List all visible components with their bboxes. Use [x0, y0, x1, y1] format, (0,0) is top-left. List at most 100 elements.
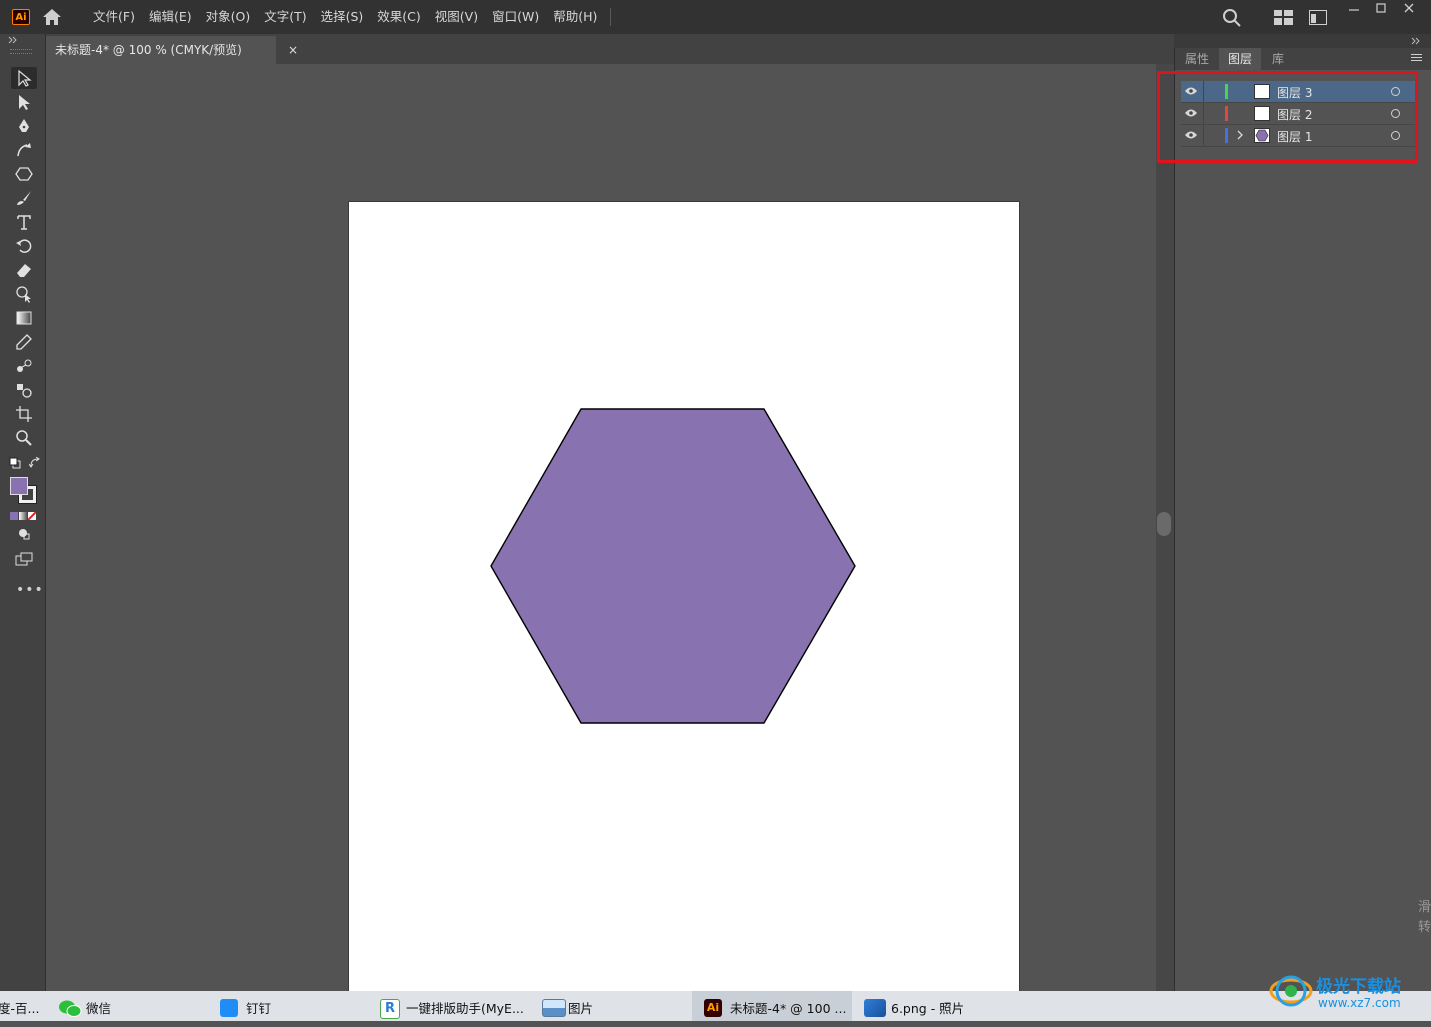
taskbar-item-photos-app[interactable]: 6.png - 照片	[858, 991, 1018, 1021]
menu-view[interactable]: 视图(V)	[428, 0, 485, 34]
symbol-sprayer-tool[interactable]	[11, 379, 37, 401]
maximize-button[interactable]	[1368, 2, 1394, 20]
taskbar-item-dingtalk[interactable]: 钉钉	[214, 991, 364, 1021]
symbol-sprayer-icon	[17, 384, 32, 398]
watermark-logo-icon	[1269, 975, 1313, 1007]
menu-object[interactable]: 对象(O)	[199, 0, 258, 34]
gradient-tool[interactable]	[11, 307, 37, 329]
menu-bar: Ai 文件(F) 编辑(E) 对象(O) 文字(T) 选择(S) 效果(C) 视…	[0, 0, 1431, 34]
none-mode-button[interactable]	[28, 512, 36, 520]
taskbar-item-myeditor[interactable]: R 一键排版助手(MyE...	[376, 991, 528, 1021]
close-icon	[1404, 3, 1414, 13]
taskbar-label: 图片	[568, 1001, 594, 1016]
tab-properties[interactable]: 属性	[1177, 48, 1217, 70]
close-tab-button[interactable]: ×	[288, 36, 298, 64]
curvature-icon	[17, 143, 31, 157]
selection-tool[interactable]	[11, 67, 37, 89]
close-window-button[interactable]	[1396, 2, 1422, 20]
document-tab[interactable]: 未标题-4* @ 100 % (CMYK/预览) ×	[46, 36, 298, 64]
minimize-icon	[1349, 9, 1359, 11]
taskbar-item-browser[interactable]: 度-百...	[0, 991, 46, 1021]
type-tool[interactable]	[11, 211, 37, 233]
paintbrush-tool[interactable]	[11, 187, 37, 209]
taskbar-label: 钉钉	[246, 1001, 272, 1016]
artboard-tool[interactable]	[11, 403, 37, 425]
taskbar-label: 微信	[86, 1001, 112, 1016]
tab-layers[interactable]: 图层	[1219, 48, 1261, 70]
taskbar-item-wechat[interactable]: 微信	[52, 991, 202, 1021]
taskbar-label: 6.png - 照片	[891, 1001, 965, 1016]
color-mode-button[interactable]	[10, 512, 18, 520]
taskbar-item-photos-folder[interactable]: 图片	[536, 991, 686, 1021]
taskbar-label: 度-百...	[0, 1001, 40, 1016]
shape-builder-icon	[16, 286, 31, 303]
hexagon-shape-layer	[490, 408, 856, 724]
collapse-panel-icon[interactable]	[1411, 37, 1421, 45]
site-watermark: 极光下载站 www.xz7.com	[1268, 966, 1428, 1016]
tab-libraries[interactable]: 库	[1261, 48, 1295, 70]
taskbar-label: 一键排版助手(MyE...	[406, 1001, 524, 1016]
pictures-icon	[542, 999, 566, 1017]
hexagon-shape[interactable]	[490, 408, 856, 724]
collapse-toolbar-icon[interactable]	[8, 36, 18, 44]
selection-arrow-icon	[18, 69, 32, 87]
eyedropper-icon	[16, 334, 32, 350]
panel-menu-icon[interactable]	[1411, 54, 1422, 63]
toolbar-grip[interactable]	[10, 49, 32, 54]
menu-window[interactable]: 窗口(W)	[485, 0, 546, 34]
drawing-mode-icon[interactable]	[18, 528, 30, 540]
eyedropper-tool[interactable]	[11, 331, 37, 353]
illustrator-taskbar-icon: Ai	[704, 999, 722, 1017]
scroll-thumb[interactable]	[1157, 512, 1171, 536]
shape-builder-tool[interactable]	[11, 283, 37, 305]
menu-type[interactable]: 文字(T)	[257, 0, 313, 34]
layers-panel: 属性 图层 库 图层 3 图层 2 图层 1	[1174, 48, 1431, 991]
myeditor-icon: R	[380, 999, 400, 1019]
fill-swatch[interactable]	[10, 477, 37, 504]
artboard[interactable]	[348, 201, 1020, 998]
menu-select[interactable]: 选择(S)	[314, 0, 371, 34]
more-tools-icon[interactable]: •••	[16, 582, 44, 598]
curvature-tool[interactable]	[11, 139, 37, 161]
search-icon[interactable]	[1222, 8, 1242, 28]
zoom-tool[interactable]	[11, 427, 37, 449]
home-icon[interactable]	[42, 8, 62, 26]
hexagon-icon	[15, 167, 33, 181]
watermark-url: www.xz7.com	[1318, 996, 1401, 1010]
canvas-area[interactable]	[46, 64, 1156, 998]
gradient-icon	[16, 311, 32, 325]
type-t-icon	[17, 215, 31, 230]
eraser-icon	[17, 264, 31, 277]
screen-mode-icon[interactable]	[15, 552, 33, 566]
vertical-scrollbar[interactable]	[1156, 64, 1174, 991]
rotate-icon	[16, 239, 32, 253]
menu-edit[interactable]: 编辑(E)	[142, 0, 199, 34]
document-tab-title: 未标题-4* @ 100 % (CMYK/预览)	[55, 43, 242, 57]
dingtalk-icon	[220, 999, 238, 1017]
watermark-title: 极光下载站	[1316, 977, 1401, 997]
taskbar: 度-百... 微信 钉钉 R 一键排版助手(MyE... 图片 Ai 未标题-4…	[0, 991, 1431, 1021]
eraser-tool[interactable]	[11, 259, 37, 281]
direct-selection-tool[interactable]	[11, 91, 37, 113]
tools-panel: •••	[0, 34, 46, 991]
polygon-tool[interactable]	[11, 163, 37, 185]
wechat-icon	[59, 1000, 82, 1017]
swap-fill-stroke-icon[interactable]	[29, 457, 41, 469]
pen-tool[interactable]	[11, 115, 37, 137]
default-fill-stroke-icon[interactable]	[9, 457, 21, 469]
color-mode-buttons	[10, 512, 38, 520]
workspace-switcher-icon[interactable]	[1309, 10, 1327, 25]
document-tab-bar: 未标题-4* @ 100 % (CMYK/预览) ×	[46, 34, 1174, 64]
menu-help[interactable]: 帮助(H)	[546, 0, 604, 34]
menu-effect[interactable]: 效果(C)	[370, 0, 427, 34]
minimize-button[interactable]	[1341, 2, 1367, 20]
blend-tool[interactable]	[11, 355, 37, 377]
fill-color-swatch	[10, 477, 28, 495]
gradient-mode-button[interactable]	[19, 512, 27, 520]
menu-file[interactable]: 文件(F)	[86, 0, 142, 34]
annotation-highlight	[1157, 71, 1418, 163]
arrange-documents-icon[interactable]	[1274, 10, 1293, 25]
taskbar-item-illustrator[interactable]: Ai 未标题-4* @ 100 ...	[692, 991, 852, 1021]
rotate-tool[interactable]	[11, 235, 37, 257]
zoom-icon	[16, 430, 32, 446]
